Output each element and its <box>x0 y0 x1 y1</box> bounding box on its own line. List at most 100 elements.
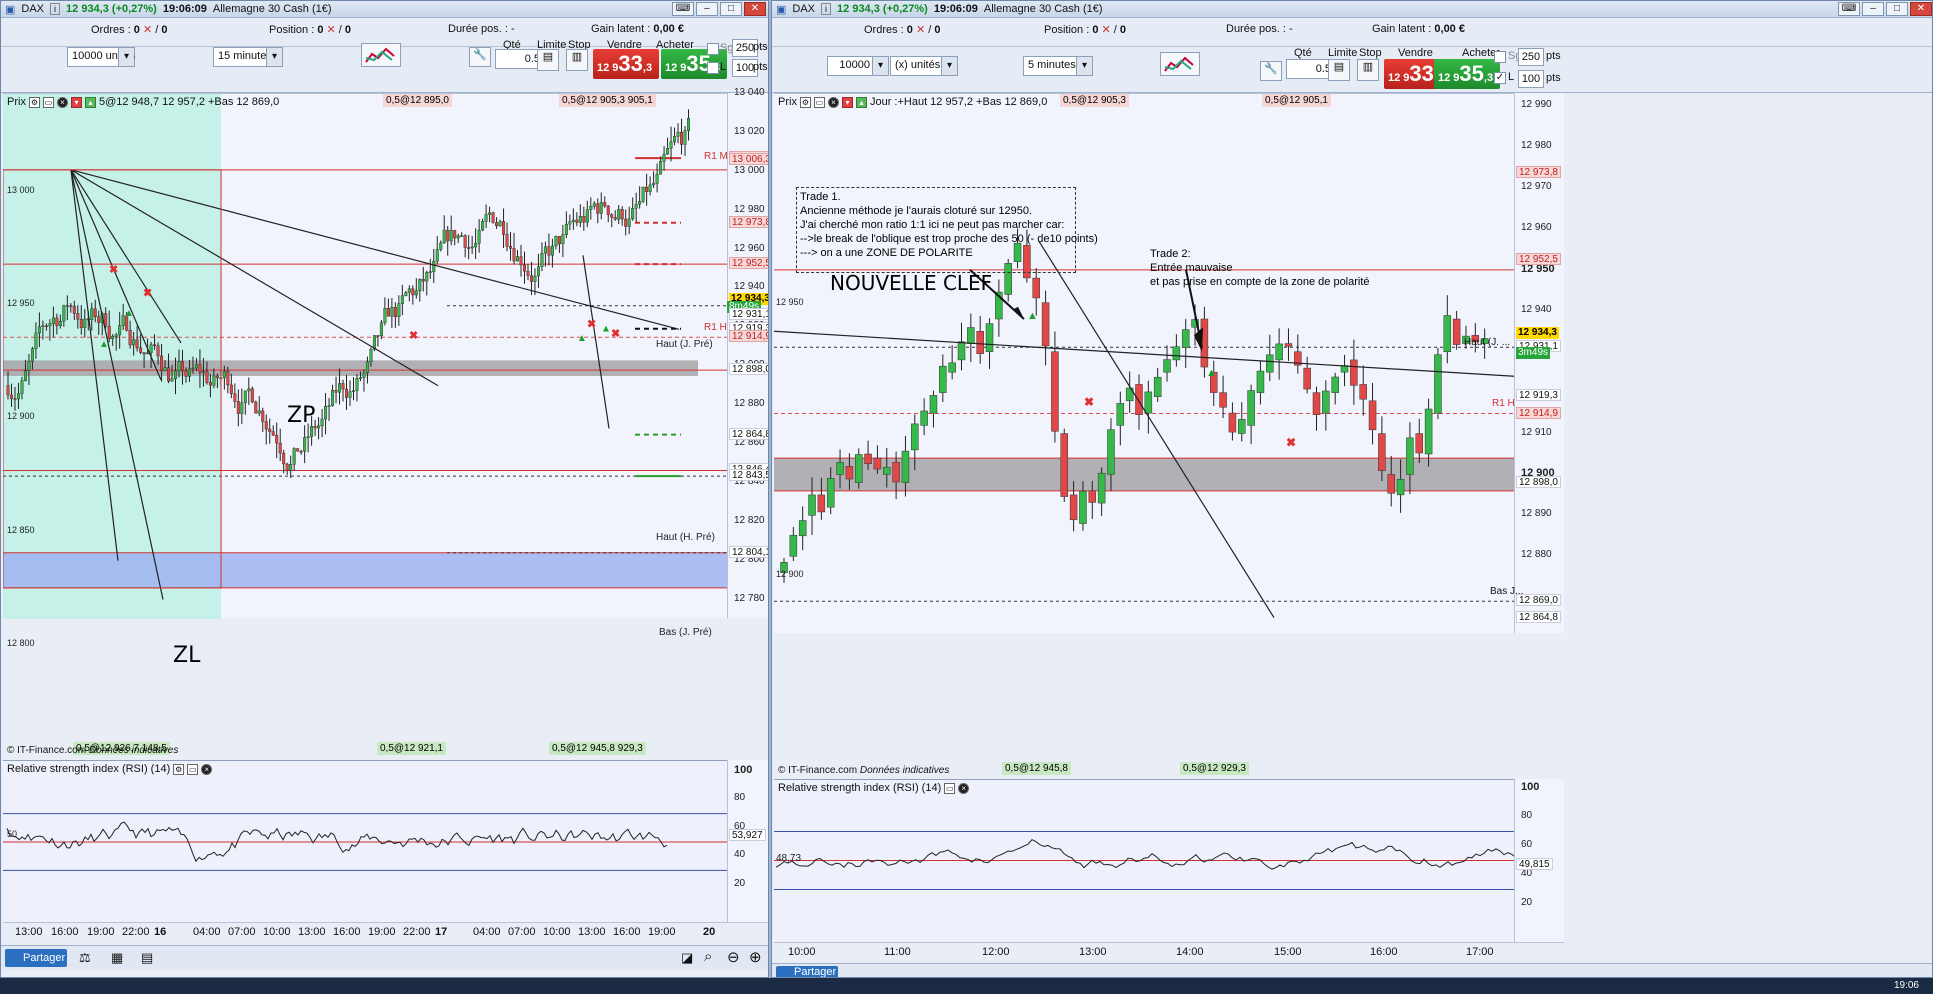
close-icon[interactable]: × <box>827 96 839 108</box>
price-tag: 12 914,9 <box>729 330 768 343</box>
position-pill[interactable]: 0,5@12 945,8 929,3 <box>549 742 646 755</box>
l-points-input[interactable]: 100 <box>1518 70 1544 88</box>
units-spinner[interactable]: 10000 <box>827 56 889 76</box>
candle-body <box>624 218 628 227</box>
right-titlebar[interactable]: ▣ DAX i 12 934,3 (+0,27%) 19:06:09 Allem… <box>772 1 1932 18</box>
candle-body <box>561 234 565 245</box>
wrench-icon[interactable]: ⚙ <box>799 96 811 108</box>
right-rsi-toolbar: Relative strength index (RSI) (14) ▭ × <box>778 782 970 794</box>
zoom-out-icon[interactable]: ⊖ <box>727 948 740 966</box>
units-select[interactable]: 10000 unités <box>67 47 135 67</box>
price-axis-label: 12 960 <box>734 242 765 254</box>
position-pill[interactable]: 0,5@12 921,1 <box>377 742 446 755</box>
stop-order-icon[interactable]: ▥ <box>566 49 588 71</box>
minimize-button[interactable]: – <box>696 2 718 16</box>
time-label: 16 <box>154 926 167 938</box>
candle-body <box>1275 343 1283 361</box>
candle-body <box>1331 376 1339 393</box>
chart-mode-icon[interactable]: ◪ <box>681 950 693 966</box>
window-icon[interactable]: ▭ <box>944 782 956 794</box>
zoom-in-icon[interactable]: ⊕ <box>749 948 762 966</box>
right-price-plot: ✖ ✖ ▲ ▲ <box>774 93 1514 633</box>
instrument-dropdown[interactable]: DAX <box>792 3 815 15</box>
position-pill[interactable]: 0,5@12 945,8 <box>1002 762 1071 775</box>
stop-order-icon[interactable]: ▥ <box>1357 59 1379 81</box>
prev-day-high-label: Haut (J. Pré) <box>656 339 713 350</box>
candle-body <box>596 203 600 214</box>
close-button[interactable]: ✕ <box>1910 2 1932 16</box>
candle-body <box>16 393 20 400</box>
price-tag: 12 898,0 <box>729 363 768 376</box>
indicators-icon[interactable]: ⚖ <box>79 950 91 966</box>
info-icon[interactable]: i <box>50 3 61 15</box>
buy-arrow-icon[interactable]: ▴ <box>855 96 867 108</box>
wrench-icon[interactable]: 🔧 <box>1260 61 1282 81</box>
window-icon[interactable]: ▭ <box>813 96 825 108</box>
close-button[interactable]: ✕ <box>744 2 766 16</box>
keyboard-icon[interactable]: ⌨ <box>1838 2 1860 16</box>
wrench-icon[interactable]: ⚙ <box>173 763 185 775</box>
close-icon[interactable]: × <box>958 782 970 794</box>
candle-body <box>254 401 258 414</box>
order-pill[interactable]: 0,5@12 905,1 <box>1262 94 1331 107</box>
sell-arrow-icon[interactable]: ▾ <box>70 96 82 108</box>
clock-time: 19:06:09 <box>162 3 207 15</box>
buy-button[interactable]: 12 935,3 <box>1434 59 1500 89</box>
price-tag: 12 973,8 <box>729 215 768 228</box>
maximize-button[interactable]: □ <box>720 2 742 16</box>
l-checkbox[interactable] <box>707 62 719 74</box>
candle-body <box>285 463 289 471</box>
minimize-button[interactable]: – <box>1862 2 1884 16</box>
share-button[interactable]: Partager <box>5 949 67 967</box>
right-candles-svg: ✖ ✖ ▲ ▲ <box>774 228 1514 618</box>
order-pill[interactable]: 0,5@12 895,0 <box>383 94 452 107</box>
candle-body <box>428 271 432 273</box>
close-icon[interactable]: × <box>201 763 213 775</box>
sg-checkbox[interactable] <box>707 43 719 55</box>
position-pill[interactable]: 0,5@12 929,3 <box>1180 762 1249 775</box>
candle-body <box>6 385 10 396</box>
left-titlebar[interactable]: ▣ DAX i 12 934,3 (+0,27%) 19:06:09 Allem… <box>1 1 768 18</box>
limit-order-icon[interactable]: ▤ <box>1328 59 1350 81</box>
units-select[interactable]: (x) unités <box>890 56 958 76</box>
buy-arrow-icon[interactable]: ▴ <box>84 96 96 108</box>
sg-checkbox[interactable] <box>1494 51 1506 63</box>
candle-body <box>687 117 691 131</box>
chart-type-icon[interactable] <box>361 43 401 67</box>
time-label: 13:00 <box>15 926 43 938</box>
interval-select[interactable]: 15 minutes <box>213 47 283 67</box>
instrument-dropdown[interactable]: DAX <box>21 3 44 15</box>
time-label: 07:00 <box>508 926 536 938</box>
candle-body <box>41 325 45 327</box>
share-button[interactable]: Partager <box>776 966 838 977</box>
candle-body <box>139 347 143 353</box>
table-icon[interactable]: ▤ <box>141 950 153 966</box>
l-checkbox[interactable]: ✓ <box>1494 72 1506 84</box>
candle-body <box>65 305 69 307</box>
price-axis-label: 12 940 <box>734 281 765 293</box>
limit-order-icon[interactable]: ▤ <box>537 49 559 71</box>
sg-points-input[interactable]: 250 <box>1518 48 1544 66</box>
candle-body <box>341 383 345 390</box>
wrench-icon[interactable]: ⚙ <box>28 96 40 108</box>
sell-arrow-icon[interactable]: ▾ <box>841 96 853 108</box>
close-icon[interactable]: × <box>56 96 68 108</box>
interval-select[interactable]: 5 minutes <box>1023 56 1093 76</box>
rsi-axis-label: 80 <box>734 792 746 804</box>
candle-body <box>51 317 55 324</box>
wrench-icon[interactable]: 🔧 <box>469 47 491 67</box>
candle-body <box>132 339 136 346</box>
order-pill[interactable]: 0,5@12 905,3 905,1 <box>559 94 656 107</box>
order-pill[interactable]: 0,5@12 905,3 <box>1060 94 1129 107</box>
window-icon[interactable]: ▭ <box>187 763 199 775</box>
chart-type-icon[interactable] <box>1160 52 1200 76</box>
calculator-icon[interactable]: ▦ <box>111 950 123 966</box>
level-12850: 12 850 <box>7 525 35 535</box>
info-icon[interactable]: i <box>821 3 832 15</box>
maximize-button[interactable]: □ <box>1886 2 1908 16</box>
candle-body <box>243 390 247 404</box>
window-icon[interactable]: ▭ <box>42 96 54 108</box>
keyboard-icon[interactable]: ⌨ <box>672 2 694 16</box>
zoom-fit-icon[interactable]: ⌕ <box>704 948 712 965</box>
entry-marker: ▲ <box>124 308 134 319</box>
